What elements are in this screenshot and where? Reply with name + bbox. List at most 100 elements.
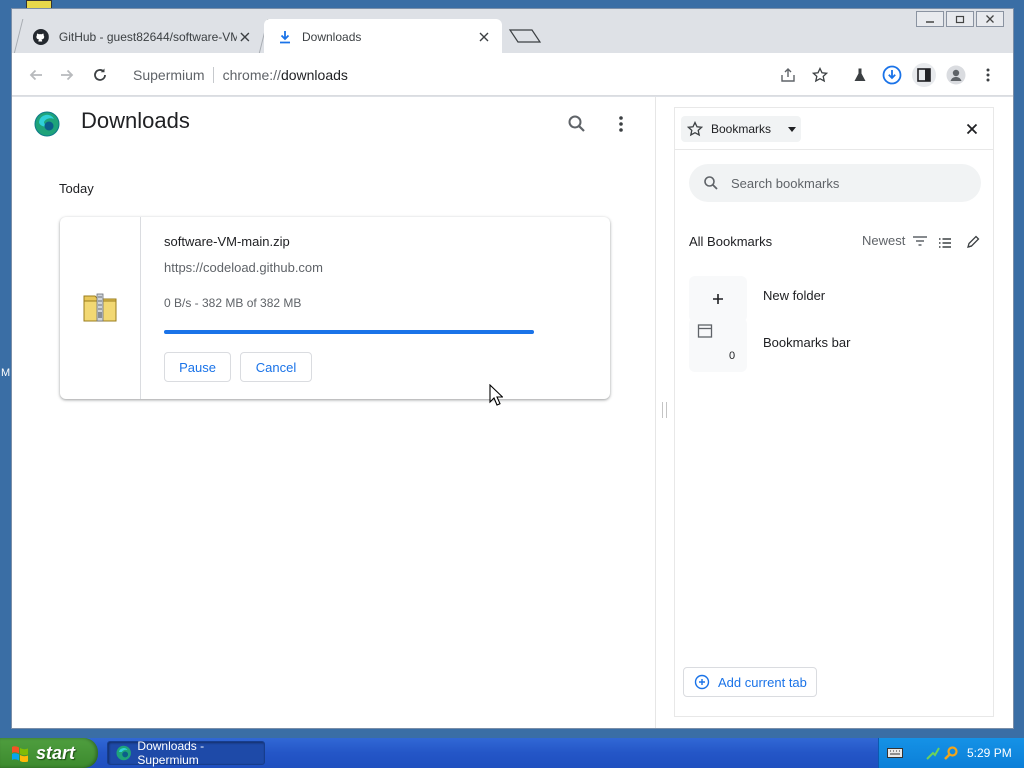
supermium-logo-icon — [34, 111, 60, 137]
toolbar: Supermium chrome://downloads — [12, 53, 1013, 96]
minimize-icon — [926, 21, 934, 23]
search-bookmarks-input[interactable] — [731, 175, 951, 191]
download-circle-icon — [882, 65, 902, 85]
keyboard-icon[interactable] — [887, 747, 903, 759]
all-bookmarks-label: All Bookmarks — [689, 234, 773, 249]
flask-icon — [854, 68, 866, 81]
clock[interactable]: 5:29 PM — [967, 746, 1012, 760]
download-source-url[interactable]: https://codeload.github.com — [164, 260, 323, 275]
back-arrow-icon — [29, 69, 42, 81]
date-section-label: Today — [59, 181, 94, 196]
filter-sort-icon — [913, 235, 928, 246]
star-icon — [812, 67, 828, 83]
close-icon — [986, 15, 994, 23]
bookmarks-bar-label: Bookmarks bar — [763, 335, 851, 350]
star-icon — [687, 121, 703, 137]
list-view-button[interactable] — [937, 235, 953, 251]
taskbar-item-label: Downloads - Supermium — [137, 739, 205, 767]
download-progress-fill — [164, 330, 534, 334]
more-vert-icon — [986, 68, 990, 82]
new-folder-label: New folder — [763, 288, 826, 303]
taskbar-item-supermium[interactable]: Downloads - Supermium — [107, 739, 265, 767]
add-circle-icon — [694, 674, 710, 690]
more-vert-icon — [619, 116, 623, 132]
side-panel-resize-handle[interactable] — [662, 402, 667, 418]
sort-order-button[interactable]: Newest — [862, 233, 929, 248]
tab-github[interactable]: GitHub - guest82644/software-VM — [13, 19, 269, 54]
tab-label: Downloads — [302, 29, 362, 44]
panel-type-dropdown[interactable]: Bookmarks — [681, 116, 801, 142]
bookmarks-bar-row[interactable]: 0 Bookmarks bar — [689, 318, 985, 372]
start-label: start — [36, 742, 76, 763]
system-tray: 5:29 PM — [878, 738, 1024, 768]
side-panel-icon — [917, 68, 931, 82]
forward-button[interactable] — [55, 63, 79, 87]
downloads-menu-button[interactable] — [610, 113, 632, 135]
new-tab-button[interactable] — [508, 25, 542, 47]
windows-logo-icon — [12, 746, 28, 762]
search-tray-icon[interactable] — [943, 745, 959, 761]
add-current-tab-button[interactable]: Add current tab — [683, 667, 817, 697]
side-panel-button[interactable] — [912, 63, 936, 87]
minimize-button[interactable] — [916, 11, 944, 27]
tab-downloads[interactable]: Downloads — [264, 19, 502, 54]
forward-arrow-icon — [61, 69, 74, 81]
download-status-text: 0 B/s - 382 MB of 382 MB — [164, 296, 302, 310]
plus-icon — [713, 294, 723, 304]
download-icon — [280, 30, 290, 43]
pause-button[interactable]: Pause — [164, 352, 231, 382]
new-tab-icon — [508, 29, 542, 43]
search-downloads-button[interactable] — [566, 113, 588, 135]
back-button[interactable] — [24, 63, 48, 87]
window-controls — [916, 11, 1006, 29]
page-title: Downloads — [81, 108, 190, 133]
share-button[interactable] — [776, 63, 800, 87]
browser-window: GitHub - guest82644/software-VM Download… — [11, 8, 1014, 729]
close-icon — [966, 123, 978, 135]
tab-close-icon[interactable] — [476, 29, 492, 45]
pencil-icon — [967, 235, 980, 248]
network-icon[interactable] — [925, 745, 941, 761]
github-icon — [33, 28, 49, 45]
reload-icon — [94, 68, 106, 81]
bookmark-star-button[interactable] — [808, 63, 832, 87]
browser-menu-button[interactable] — [976, 63, 1000, 87]
bookmarks-bar-count: 0 — [729, 350, 736, 362]
restore-button[interactable] — [946, 11, 974, 27]
tab-close-icon[interactable] — [237, 29, 253, 45]
desktop-edge-text: M — [1, 367, 11, 379]
omnibox-brand: Supermium — [133, 67, 214, 83]
page-content: Downloads Today software-VM-main.zip htt… — [12, 97, 1013, 728]
close-panel-button[interactable] — [963, 120, 981, 138]
cancel-button[interactable]: Cancel — [240, 352, 312, 382]
add-current-tab-label: Add current tab — [718, 674, 807, 690]
bookmark-search-box — [689, 164, 981, 202]
reload-button[interactable] — [88, 63, 112, 87]
restore-icon — [955, 15, 965, 24]
zip-folder-icon — [83, 292, 117, 322]
edit-bookmarks-button[interactable] — [965, 234, 981, 250]
start-button[interactable]: start — [0, 738, 98, 768]
mouse-cursor-icon — [489, 383, 504, 406]
avatar-icon — [946, 65, 966, 85]
download-progress-bar — [164, 330, 534, 334]
close-window-button[interactable] — [976, 11, 1004, 27]
panel-header: Bookmarks — [675, 108, 993, 150]
profile-button[interactable] — [944, 63, 968, 87]
labs-button[interactable] — [848, 63, 872, 87]
folder-icon — [697, 324, 713, 338]
supermium-app-icon — [116, 745, 131, 761]
bookmarks-side-panel: Bookmarks All Bookmarks Newest — [674, 107, 994, 717]
tab-label: GitHub - guest82644/software-VM — [59, 29, 237, 44]
omnibox-url: chrome://downloads — [222, 67, 348, 83]
search-icon — [704, 176, 718, 190]
address-bar[interactable]: Supermium chrome://downloads — [124, 60, 836, 90]
download-item-card: software-VM-main.zip https://codeload.gi… — [60, 217, 610, 399]
sort-order-label: Newest — [862, 233, 906, 248]
bookmarks-bar-tile: 0 — [689, 318, 747, 372]
file-icon-column — [60, 217, 141, 399]
search-icon — [568, 115, 585, 132]
downloads-button[interactable] — [880, 63, 904, 87]
download-file-name[interactable]: software-VM-main.zip — [164, 234, 290, 249]
list-view-icon — [939, 238, 951, 248]
